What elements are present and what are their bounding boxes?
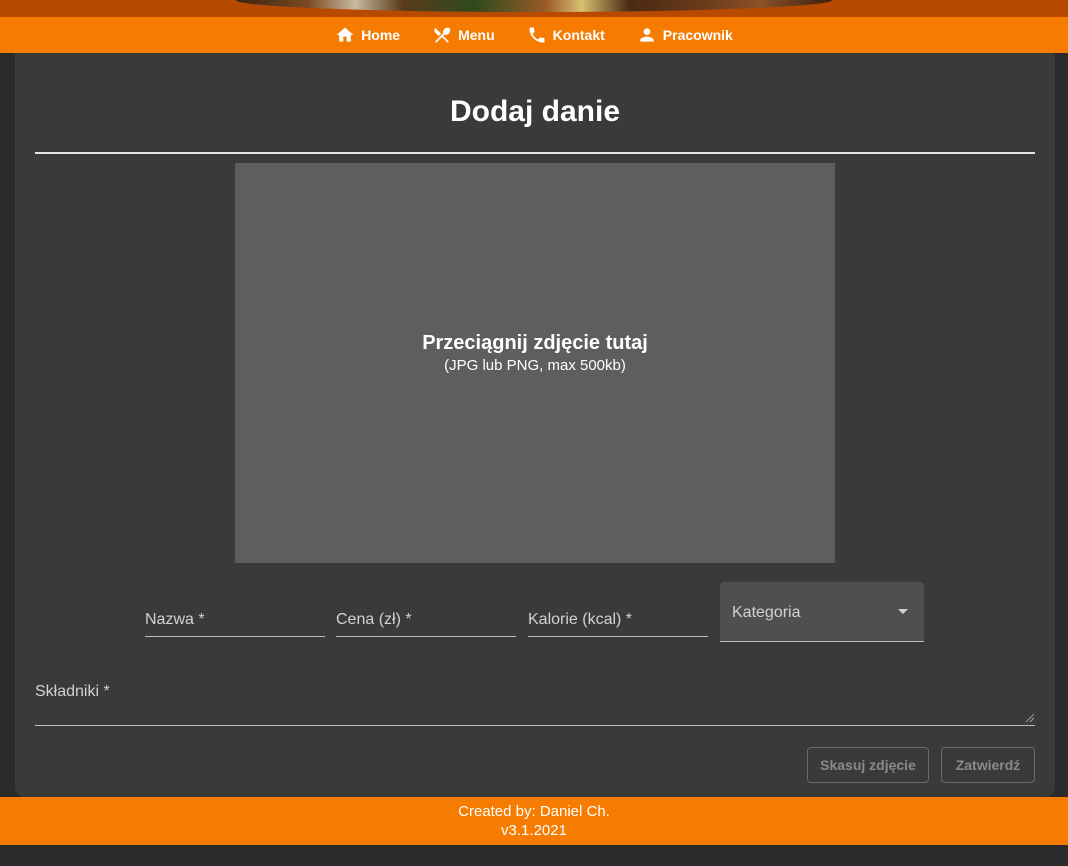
- home-icon: [336, 27, 354, 42]
- calories-field[interactable]: Kalorie (kcal) *: [528, 601, 708, 637]
- page-footer: Created by: Daniel Ch. v3.1.2021: [0, 797, 1068, 845]
- dropzone-hint: (JPG lub PNG, max 500kb): [444, 357, 626, 374]
- nav-item-pracownik[interactable]: Pracownik: [637, 25, 733, 45]
- page-title: Dodaj danie: [449, 95, 621, 128]
- photo-dropzone[interactable]: Przeciągnij zdjęcie tutaj (JPG lub PNG, …: [235, 163, 835, 563]
- dropzone-title: Przeciągnij zdjęcie tutaj: [422, 332, 648, 354]
- nav-item-label: Kontakt: [552, 27, 605, 43]
- name-field[interactable]: Nazwa *: [145, 601, 325, 637]
- category-select-label: Kategoria: [732, 604, 801, 621]
- delete-photo-button[interactable]: Skasuj zdjęcie: [807, 747, 929, 783]
- nav-item-label: Home: [361, 27, 401, 43]
- person-icon: [640, 28, 654, 42]
- calories-field-label: Kalorie (kcal) *: [528, 611, 633, 628]
- submit-button[interactable]: Zatwierdź: [941, 747, 1035, 783]
- phone-icon: [529, 27, 545, 43]
- footer-version: v3.1.2021: [501, 822, 567, 839]
- add-dish-card: Dodaj danie Przeciągnij zdjęcie tutaj (J…: [15, 53, 1055, 797]
- price-field[interactable]: Cena (zł) *: [336, 601, 516, 637]
- name-field-label: Nazwa *: [145, 611, 205, 628]
- nav-item-menu[interactable]: Menu: [432, 25, 495, 45]
- footer-author: Created by: Daniel Ch.: [458, 803, 610, 820]
- nav-item-home[interactable]: Home: [335, 25, 400, 45]
- header-banner: [0, 0, 1068, 17]
- nav-item-kontakt[interactable]: Kontakt: [527, 25, 605, 45]
- title-divider: [35, 152, 1035, 154]
- ingredients-textarea[interactable]: Składniki *: [35, 675, 1035, 726]
- nav-item-label: Menu: [458, 27, 495, 43]
- price-field-label: Cena (zł) *: [336, 611, 412, 628]
- nav-item-label: Pracownik: [662, 27, 733, 43]
- fork-knife-icon: [434, 27, 451, 43]
- food-banner-image: [236, 0, 832, 12]
- main-navbar: Home Menu Kontakt Pracownik: [0, 17, 1068, 53]
- resize-handle-icon[interactable]: [1026, 714, 1034, 722]
- category-select[interactable]: Kategoria: [720, 582, 924, 642]
- dropdown-arrow-icon: [898, 609, 908, 614]
- ingredients-label: Składniki *: [35, 683, 110, 700]
